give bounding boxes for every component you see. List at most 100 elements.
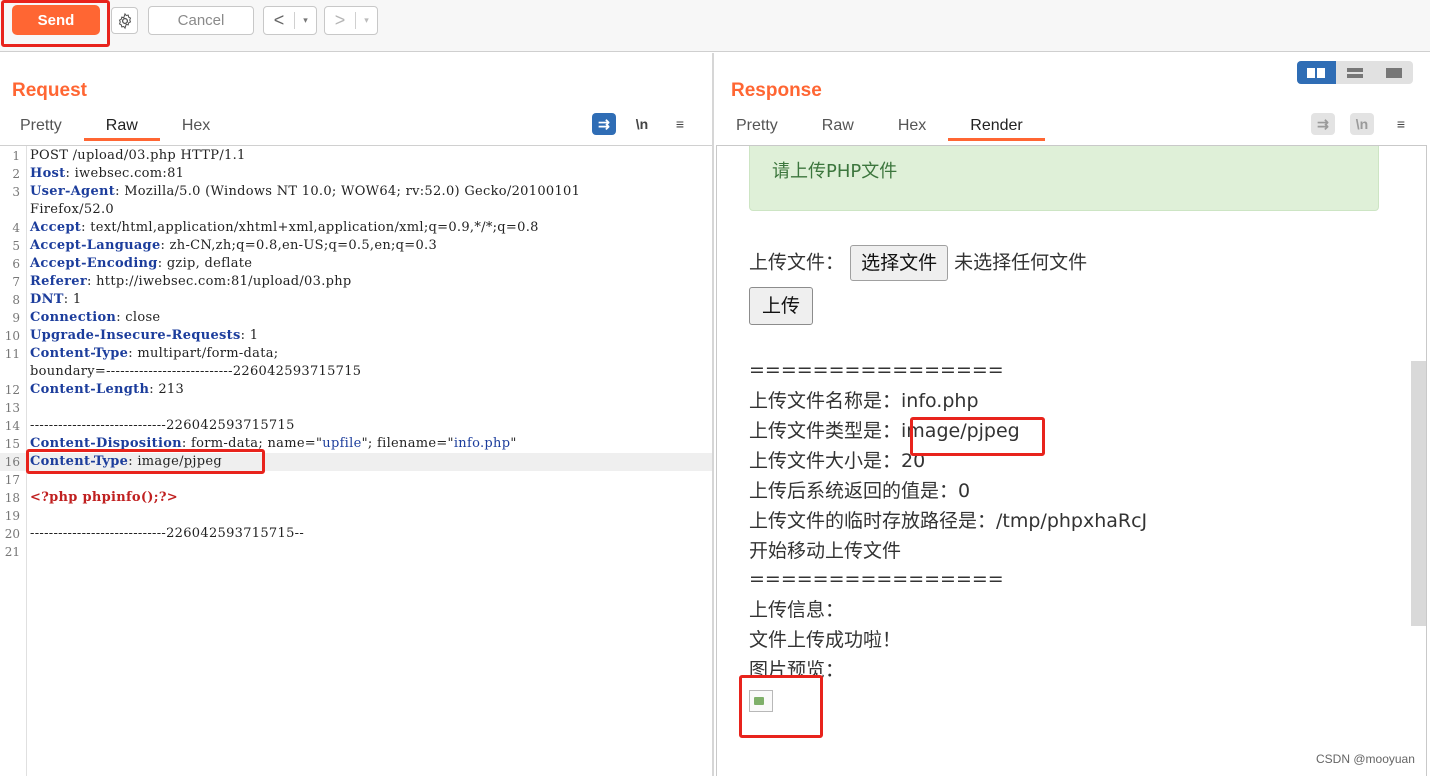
code-line[interactable]: 3 User-Agent: Mozilla/5.0 (Windows NT 10.… bbox=[0, 183, 712, 201]
tmp-path-line: 上传文件的临时存放路径是：/tmp/phpxhaRcJ bbox=[749, 510, 1148, 532]
menu-icon[interactable]: ≡ bbox=[668, 113, 692, 135]
chevron-down-icon[interactable]: ▾ bbox=[355, 12, 377, 29]
code-line[interactable]: 18 <?php phpinfo();?> bbox=[0, 489, 712, 507]
wrap-lines-icon[interactable]: ⇉ bbox=[1311, 113, 1335, 135]
response-tabs: Pretty Raw Hex Render bbox=[716, 113, 1045, 141]
code-token: -----------------------------22604259371… bbox=[30, 526, 305, 541]
file-input-row: 上传文件： 选择文件 未选择任何文件 bbox=[749, 245, 1087, 281]
code-line[interactable]: 13 bbox=[0, 399, 712, 417]
code-token: : zh-CN,zh;q=0.8,en-US;q=0.5,en;q=0.3 bbox=[160, 238, 438, 253]
chevron-down-icon[interactable]: ▾ bbox=[294, 12, 316, 29]
code-token: : multipart/form-data; bbox=[128, 346, 279, 361]
line-number: 2 bbox=[12, 167, 20, 181]
code-line[interactable]: 4 Accept: text/html,application/xhtml+xml… bbox=[0, 219, 712, 237]
cancel-button[interactable]: Cancel bbox=[148, 6, 254, 35]
back-button[interactable]: < ▾ bbox=[263, 6, 317, 35]
line-number: 12 bbox=[4, 383, 20, 397]
gear-icon bbox=[118, 12, 131, 29]
response-tab-hex[interactable]: Hex bbox=[876, 113, 948, 141]
code-line[interactable]: 11 Content-Type: multipart/form-data; bbox=[0, 345, 712, 363]
code-line[interactable]: 9 Connection: close bbox=[0, 309, 712, 327]
code-line[interactable]: 17 bbox=[0, 471, 712, 489]
code-line[interactable]: 6 Accept-Encoding: gzip, deflate bbox=[0, 255, 712, 273]
code-text: Host: iwebsec.com:81 bbox=[30, 165, 184, 183]
code-line[interactable]: 16 Content-Type: image/pjpeg bbox=[0, 453, 712, 471]
watermark: CSDN @mooyuan bbox=[1316, 752, 1415, 766]
code-line[interactable]: 15 Content-Disposition: form-data; name="… bbox=[0, 435, 712, 453]
layout-side-by-side-icon[interactable] bbox=[1297, 61, 1336, 84]
alert-box: 请上传PHP文件 bbox=[749, 146, 1379, 211]
show-newlines-icon[interactable]: \n bbox=[630, 113, 654, 135]
code-token: <?php phpinfo();?> bbox=[30, 490, 178, 505]
code-token: Referer bbox=[30, 274, 88, 289]
line-number: 21 bbox=[4, 545, 20, 559]
code-line[interactable]: 19 bbox=[0, 507, 712, 525]
show-newlines-icon[interactable]: \n bbox=[1350, 113, 1374, 135]
code-line[interactable]: 12 Content-Length: 213 bbox=[0, 381, 712, 399]
code-token: Content-Length bbox=[30, 382, 150, 397]
request-tab-raw[interactable]: Raw bbox=[83, 113, 160, 141]
wrap-lines-icon[interactable]: ⇉ bbox=[592, 113, 616, 135]
code-line[interactable]: 20 -----------------------------226042593… bbox=[0, 525, 712, 543]
menu-icon[interactable]: ≡ bbox=[1389, 113, 1413, 135]
no-file-text: 未选择任何文件 bbox=[954, 251, 1088, 274]
choose-file-button[interactable]: 选择文件 bbox=[850, 245, 949, 281]
file-label: 上传文件： bbox=[749, 251, 845, 274]
response-render: 请上传PHP文件 上传文件： 选择文件 未选择任何文件 上传 =========… bbox=[716, 145, 1427, 776]
code-text: POST /upload/03.php HTTP/1.1 bbox=[30, 147, 246, 165]
code-text: Accept-Encoding: gzip, deflate bbox=[30, 255, 252, 273]
response-tab-pretty[interactable]: Pretty bbox=[716, 113, 800, 141]
code-token: : text/html,application/xhtml+xml,applic… bbox=[81, 220, 539, 235]
code-text: Content-Type: image/pjpeg bbox=[30, 453, 222, 471]
code-text: User-Agent: Mozilla/5.0 (Windows NT 10.0… bbox=[30, 183, 580, 201]
response-tab-render[interactable]: Render bbox=[948, 113, 1045, 141]
line-number: 10 bbox=[4, 329, 20, 343]
code-token: " bbox=[510, 436, 517, 451]
code-line[interactable]: 2 Host: iwebsec.com:81 bbox=[0, 165, 712, 183]
code-text: Referer: http://iwebsec.com:81/upload/03… bbox=[30, 273, 352, 291]
line-number: 20 bbox=[4, 527, 20, 541]
code-token: Accept bbox=[30, 220, 82, 235]
response-tab-raw[interactable]: Raw bbox=[800, 113, 876, 141]
code-token: Firefox/52.0 bbox=[30, 202, 114, 217]
code-line[interactable]: 21 bbox=[0, 543, 712, 561]
line-number: 19 bbox=[4, 509, 20, 523]
scrollbar[interactable] bbox=[1411, 361, 1426, 626]
code-line[interactable]: 5 Accept-Language: zh-CN,zh;q=0.8,en-US;q… bbox=[0, 237, 712, 255]
layout-stacked-icon[interactable] bbox=[1336, 61, 1375, 84]
line-number: 8 bbox=[12, 293, 20, 307]
code-token: Connection bbox=[30, 310, 117, 325]
code-text: Content-Disposition: form-data; name="up… bbox=[30, 435, 517, 453]
line-number: 17 bbox=[4, 473, 20, 487]
code-token: -----------------------------22604259371… bbox=[30, 418, 295, 433]
back-arrow-icon: < bbox=[273, 10, 285, 30]
code-token: POST /upload/03.php HTTP/1.1 bbox=[30, 148, 246, 163]
code-line[interactable]: 10 Upgrade-Insecure-Requests: 1 bbox=[0, 327, 712, 345]
code-text: Content-Type: multipart/form-data; bbox=[30, 345, 278, 363]
code-line[interactable]: 1 POST /upload/03.php HTTP/1.1 bbox=[0, 147, 712, 165]
line-number: 14 bbox=[4, 419, 20, 433]
code-token: "; filename=" bbox=[361, 436, 454, 451]
code-token: DNT bbox=[30, 292, 64, 307]
code-token: Upgrade-Insecure-Requests bbox=[30, 328, 241, 343]
forward-button[interactable]: > ▾ bbox=[324, 6, 378, 35]
request-tab-pretty[interactable]: Pretty bbox=[0, 113, 84, 141]
code-token: : 213 bbox=[149, 382, 185, 397]
layout-toggle[interactable] bbox=[1297, 61, 1413, 84]
code-line[interactable]: 14 -----------------------------226042593… bbox=[0, 417, 712, 435]
file-size-line: 上传文件大小是：20 bbox=[749, 450, 926, 472]
layout-single-icon[interactable] bbox=[1374, 61, 1413, 84]
code-line[interactable]: 7 Referer: http://iwebsec.com:81/upload/0… bbox=[0, 273, 712, 291]
settings-button[interactable] bbox=[111, 7, 138, 34]
line-number: 1 bbox=[12, 149, 20, 163]
upload-button[interactable]: 上传 bbox=[749, 287, 814, 325]
request-editor[interactable]: 1 POST /upload/03.php HTTP/1.1 2 Host: iweb… bbox=[0, 145, 712, 776]
start-move-line: 开始移动上传文件 bbox=[749, 540, 902, 562]
code-token: : 1 bbox=[63, 292, 82, 307]
pane-divider[interactable] bbox=[712, 53, 714, 776]
request-tab-hex[interactable]: Hex bbox=[160, 113, 232, 141]
code-line[interactable]: boundary=---------------------------2260… bbox=[0, 363, 712, 381]
code-line[interactable]: 8 DNT: 1 bbox=[0, 291, 712, 309]
send-button[interactable]: Send bbox=[12, 5, 100, 35]
code-line[interactable]: Firefox/52.0 bbox=[0, 201, 712, 219]
